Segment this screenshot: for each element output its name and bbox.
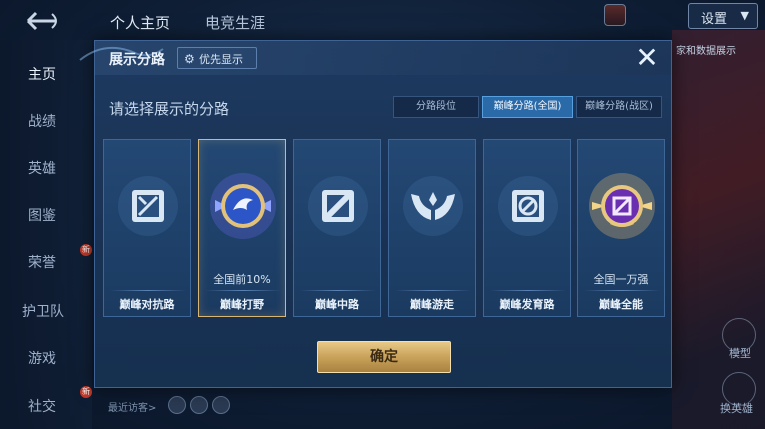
back-icon[interactable] <box>22 10 62 32</box>
card-name: 巅峰打野 <box>220 298 264 311</box>
lane-card[interactable]: 巅峰发育路 <box>483 139 571 317</box>
visitor-avatar[interactable] <box>190 396 208 414</box>
sidebar-item-codex[interactable]: 图鉴 <box>28 205 56 225</box>
lane-display-dialog: 展示分路 ⚙ 优先显示 ✕ 请选择展示的分路 分路段位 巅峰分路(全国) 巅峰分路… <box>79 40 672 388</box>
recent-visitors-link[interactable]: 最近访客> <box>108 399 156 414</box>
priority-label: 优先显示 <box>199 53 243 66</box>
clash-lane-icon <box>118 176 178 236</box>
card-rank: 全国一万强 <box>593 273 649 286</box>
tab-profile[interactable]: 个人主页 <box>110 12 170 33</box>
card-name: 巅峰游走 <box>410 298 454 311</box>
lane-card[interactable]: 巅峰游走 <box>388 139 476 317</box>
new-badge: 新 <box>80 386 92 398</box>
confirm-button[interactable]: 确定 <box>317 341 451 373</box>
divider <box>110 290 186 291</box>
swap-hero-label: 换英雄 <box>720 402 753 415</box>
sidebar-item-guard[interactable]: 护卫队 <box>22 301 64 321</box>
mid-lane-icon <box>308 176 368 236</box>
sidebar-item-honor[interactable]: 荣誉 <box>28 252 56 272</box>
sidebar-item-home[interactable]: 主页 <box>28 64 56 84</box>
farm-lane-icon <box>498 176 558 236</box>
model-label: 模型 <box>729 347 751 360</box>
all-round-icon <box>589 173 655 239</box>
divider <box>395 290 471 291</box>
close-icon[interactable]: ✕ <box>629 43 665 73</box>
avatar[interactable] <box>604 4 626 26</box>
divider <box>300 290 376 291</box>
priority-display-button[interactable]: ⚙ 优先显示 <box>177 47 257 69</box>
lane-cards: 巅峰对抗路 全国前10% 巅峰打野 巅峰中路 巅峰游走 巅峰发育路 全国一万强 … <box>103 139 665 317</box>
card-name: 巅峰对抗路 <box>119 298 175 311</box>
tab-esports[interactable]: 电竞生涯 <box>205 12 265 33</box>
jungle-icon <box>210 173 276 239</box>
chevron-down-icon: ▼ <box>740 9 749 22</box>
divider <box>584 290 660 291</box>
hero-showcase <box>672 30 765 429</box>
visitor-avatar[interactable] <box>212 396 230 414</box>
new-badge: 新 <box>80 244 92 256</box>
sidebar-item-record[interactable]: 战绩 <box>28 111 56 131</box>
sidebar-item-heroes[interactable]: 英雄 <box>28 158 56 178</box>
lane-card-selected[interactable]: 全国前10% 巅峰打野 <box>198 139 286 317</box>
card-name: 巅峰中路 <box>315 298 359 311</box>
lane-card[interactable]: 全国一万强 巅峰全能 <box>577 139 665 317</box>
divider <box>205 290 281 291</box>
sidebar-item-games[interactable]: 游戏 <box>28 348 56 368</box>
dialog-header: 展示分路 ⚙ 优先显示 ✕ <box>79 41 671 75</box>
card-name: 巅峰全能 <box>599 298 643 311</box>
gear-icon: ⚙ <box>184 52 195 66</box>
card-rank: 全国前10% <box>213 273 271 286</box>
prompt-text: 请选择展示的分路 <box>109 100 230 118</box>
settings-label: 设置 <box>701 12 728 27</box>
card-name: 巅峰发育路 <box>499 298 555 311</box>
divider <box>490 290 566 291</box>
lane-card[interactable]: 巅峰对抗路 <box>103 139 191 317</box>
tab-peak-region[interactable]: 巅峰分路(战区) <box>576 96 662 118</box>
tab-peak-national[interactable]: 巅峰分路(全国) <box>482 96 573 118</box>
sidebar-item-social[interactable]: 社交 <box>28 396 56 416</box>
tab-lane-rank[interactable]: 分路段位 <box>393 96 479 118</box>
roam-icon <box>403 176 463 236</box>
data-display-label: 家和数据展示 <box>676 46 736 57</box>
dialog-title: 展示分路 <box>109 52 165 68</box>
visitor-avatar[interactable] <box>168 396 186 414</box>
top-bar: 个人主页 电竞生涯 设置 ▼ <box>0 0 765 40</box>
settings-button[interactable]: 设置 ▼ <box>688 3 758 29</box>
lane-card[interactable]: 巅峰中路 <box>293 139 381 317</box>
sidebar: 主页 战绩 英雄 图鉴 荣誉 新 护卫队 游戏 社交 新 <box>0 40 92 429</box>
